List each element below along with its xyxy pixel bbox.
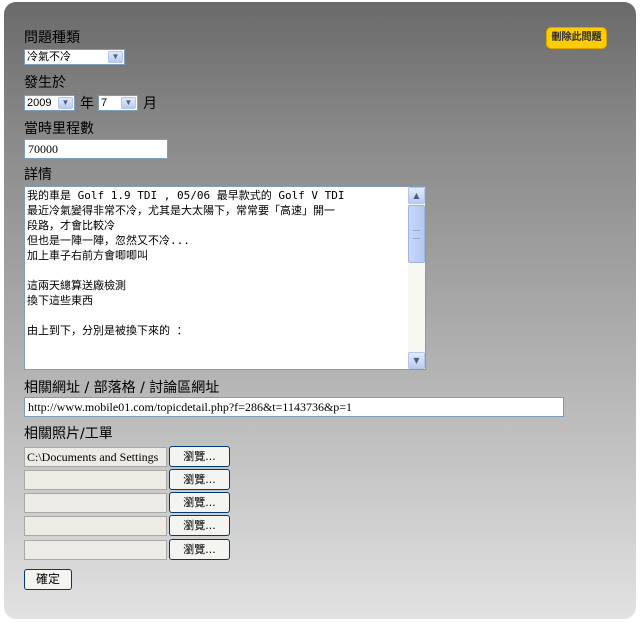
year-unit-label: 年 [80,96,94,112]
details-label: 詳情 [24,167,52,183]
mileage-label: 當時里程數 [24,121,94,137]
problem-type-select[interactable]: 冷氣不冷 ▼ [24,49,125,65]
mileage-input[interactable]: 70000 [24,139,168,159]
photo-file-input-4[interactable] [24,516,167,536]
arrow-down-icon[interactable]: ▼ [408,352,425,369]
browse-button-3[interactable]: 瀏覽... [169,492,230,513]
details-scrollbar[interactable]: ▲ ▼ [408,187,425,369]
chevron-down-icon: ▼ [58,97,73,109]
browse-button-2[interactable]: 瀏覽... [169,469,230,490]
occurred-label: 發生於 [24,75,66,91]
arrow-up-icon[interactable]: ▲ [408,187,425,204]
url-input[interactable]: http://www.mobile01.com/topicdetail.php?… [24,397,564,417]
browse-button-5[interactable]: 瀏覽... [169,539,230,560]
delete-question-button[interactable]: 刪除此問題 [546,27,607,49]
details-textarea[interactable]: 我的車是 Golf 1.9 TDI , 05/06 最早款式的 Golf V T… [24,186,426,370]
photo-file-input-1[interactable]: C:\Documents and Settings [24,447,167,467]
photo-file-input-3[interactable] [24,493,167,513]
photos-label: 相關照片/工單 [24,426,113,442]
month-unit-label: 月 [143,96,157,112]
photo-file-input-5[interactable] [24,540,167,560]
problem-type-value: 冷氣不冷 [27,51,71,63]
browse-button-1[interactable]: 瀏覽... [169,446,230,467]
scroll-thumb[interactable] [408,205,425,263]
problem-type-label: 問題種類 [24,30,80,46]
year-value: 2009 [27,97,52,109]
details-text: 我的車是 Golf 1.9 TDI , 05/06 最早款式的 Golf V T… [27,189,345,337]
submit-button[interactable]: 確定 [24,569,72,590]
url-label: 相關網址 / 部落格 / 討論區網址 [24,380,220,396]
chevron-down-icon: ▼ [121,97,136,109]
year-select[interactable]: 2009 ▼ [24,95,75,111]
chevron-down-icon: ▼ [108,51,123,63]
month-value: 7 [101,97,108,109]
browse-button-4[interactable]: 瀏覽... [169,515,230,536]
photo-file-input-2[interactable] [24,470,167,490]
month-select[interactable]: 7 ▼ [98,95,138,111]
